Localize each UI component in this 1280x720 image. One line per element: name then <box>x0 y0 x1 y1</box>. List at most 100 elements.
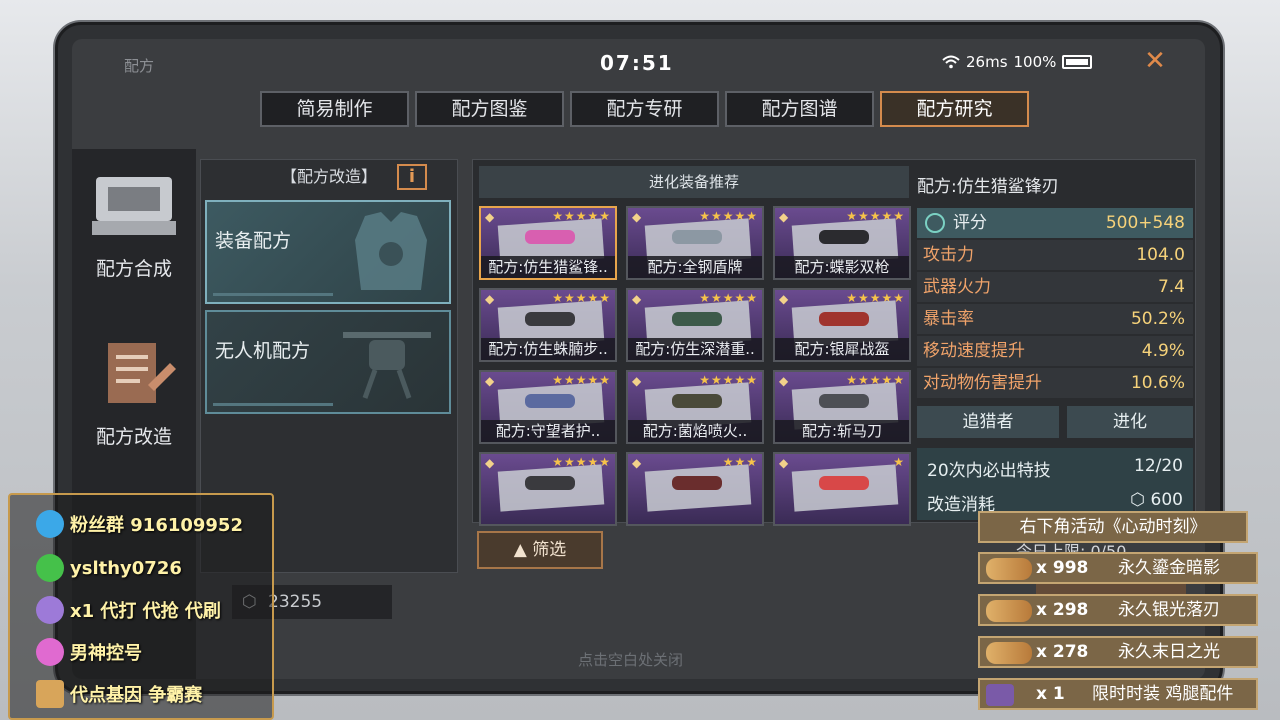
formula-card[interactable]: ◆ ★ <box>773 452 911 526</box>
status-indicators: 26ms 100% <box>942 53 1093 71</box>
tab-bar: 简易制作 配方图鉴 配方专研 配方图谱 配方研究 <box>260 91 1029 127</box>
formula-card[interactable]: ◆ ★★★★★ 配方:仿生猎鲨锋.. <box>479 206 617 280</box>
info-icon[interactable]: i <box>397 164 427 190</box>
score-icon <box>925 213 945 233</box>
overlay-row: 男神控号 <box>36 637 142 667</box>
formula-card[interactable]: ◆ ★★★★★ 配方:斩马刀 <box>773 370 911 444</box>
reward-count: x 998 <box>1036 558 1089 578</box>
cost-amount: 600 <box>1150 490 1183 510</box>
battery-percent: 100% <box>1013 53 1057 71</box>
tab-formula-research[interactable]: 配方研究 <box>880 91 1029 127</box>
item-image <box>819 394 869 408</box>
stat-label: 攻击力 <box>923 245 974 265</box>
stat-value: 10.6% <box>1130 373 1185 393</box>
nav-formula-synthesis[interactable]: 配方合成 <box>72 173 196 281</box>
event-title: 右下角活动《心动时刻》 <box>978 511 1248 543</box>
item-image <box>525 312 575 326</box>
equipment-formula-card[interactable]: 装备配方 <box>205 200 451 304</box>
formula-card-name: 配方:仿生猎鲨锋.. <box>481 256 615 278</box>
tab-formula-study[interactable]: 配方专研 <box>570 91 719 127</box>
tab-formula-catalog[interactable]: 配方图鉴 <box>415 91 564 127</box>
overlay-row: 代点基因 争霸赛 <box>36 679 202 709</box>
formula-card[interactable]: ◆ ★★★★★ 配方:银犀战盔 <box>773 288 911 362</box>
formula-card[interactable]: ◆ ★★★★★ 配方:菌焰喷火.. <box>626 370 764 444</box>
diamond-icon: ◆ <box>779 210 789 224</box>
gift-icon <box>36 680 64 708</box>
reward-gift-icon <box>986 600 1032 622</box>
guarantee-row: 20次内必出特技 12/20 <box>927 456 1183 481</box>
formula-card-name: 配方:全钢盾牌 <box>628 256 762 278</box>
reward-name: 永久银光落刃 <box>1118 600 1220 620</box>
guarantee-label: 20次内必出特技 <box>927 461 1051 481</box>
formula-card[interactable]: ◆ ★★★★★ <box>479 452 617 526</box>
nav-formula-modify[interactable]: 配方改造 <box>72 341 196 449</box>
stat-crit-rate: 暴击率 50.2% <box>917 304 1193 334</box>
detail-title: 配方:仿生猎鲨锋刃 <box>917 177 1059 197</box>
qq-icon <box>36 510 64 538</box>
formula-card[interactable]: ◆ ★★★★★ 配方:守望者护.. <box>479 370 617 444</box>
item-image <box>672 476 722 490</box>
formula-card[interactable]: ◆ ★★★★★ 配方:仿生深潜重.. <box>626 288 764 362</box>
reward-name: 永久末日之光 <box>1118 642 1220 662</box>
diamond-icon: ◆ <box>485 456 495 470</box>
overlay-text: 粉丝群 916109952 <box>70 515 243 536</box>
formula-card-label: 无人机配方 <box>215 340 311 362</box>
ping-value: 26ms <box>966 53 1008 71</box>
tab-simple-craft[interactable]: 简易制作 <box>260 91 409 127</box>
item-image <box>672 394 722 408</box>
overlay-text: x1 代打 代抢 代刷 <box>70 601 221 622</box>
formula-modify-icon <box>108 343 176 403</box>
formula-card[interactable]: ◆ ★★★★★ 配方:全钢盾牌 <box>626 206 764 280</box>
hunter-tag-button[interactable]: 追猎者 <box>917 406 1059 438</box>
diamond-icon: ◆ <box>485 374 495 388</box>
reward-count: x 298 <box>1036 600 1089 620</box>
formula-card-name: 配方:菌焰喷火.. <box>628 420 762 442</box>
streamer-overlay: 粉丝群 916109952 yslthy0726 x1 代打 代抢 代刷 男神控… <box>8 493 274 720</box>
diamond-icon: ◆ <box>485 210 495 224</box>
tab-formula-tree[interactable]: 配方图谱 <box>725 91 874 127</box>
stat-label: 武器火力 <box>923 277 991 297</box>
battery-icon <box>1062 55 1093 69</box>
stat-label: 暴击率 <box>923 309 974 329</box>
nav-label: 配方改造 <box>95 426 172 448</box>
diamond-icon: ◆ <box>632 456 642 470</box>
close-hint[interactable]: 点击空白处关闭 <box>578 649 683 670</box>
card-decor-bar <box>213 293 333 296</box>
item-image <box>525 394 575 408</box>
stat-label: 移动速度提升 <box>923 341 1025 361</box>
grid-header: 进化装备推荐 <box>479 166 909 198</box>
formula-card-name: 配方:守望者护.. <box>481 420 615 442</box>
card-decor-bar <box>213 403 333 406</box>
formula-card[interactable]: ◆ ★★★ <box>626 452 764 526</box>
stat-value: 500+548 <box>1105 213 1185 233</box>
overlay-text: 代点基因 争霸赛 <box>70 685 203 706</box>
drone-icon <box>343 332 431 399</box>
formula-card-name: 配方:仿生深潜重.. <box>628 338 762 360</box>
modify-info-box: 20次内必出特技 12/20 改造消耗 ⬡ 600 <box>917 448 1193 520</box>
reward-gift-icon <box>986 642 1032 664</box>
diamond-icon: ◆ <box>485 292 495 306</box>
stat-label: 评分 <box>953 213 987 233</box>
reward-count: x 278 <box>1036 642 1089 662</box>
evolve-button[interactable]: 进化 <box>1067 406 1193 438</box>
filter-button[interactable]: ▲ 筛选 <box>477 531 603 569</box>
stat-label: 对动物伤害提升 <box>923 373 1042 393</box>
evolution-panel: 进化装备推荐 ◆ ★★★★★ 配方:仿生猎鲨锋.. ◆ ★★★★★ 配方:全钢盾牌 ◆ ★★★… <box>472 159 1196 526</box>
filter-arrow-icon: ▲ <box>513 540 533 560</box>
rocket-icon <box>36 596 64 624</box>
formula-card[interactable]: ◆ ★★★★★ 配方:蝶影双枪 <box>773 206 911 280</box>
formula-card[interactable]: ◆ ★★★★★ 配方:仿生蛛腩步.. <box>479 288 617 362</box>
item-image <box>819 230 869 244</box>
item-image <box>525 230 575 244</box>
rocket-icon-2 <box>36 638 64 666</box>
overlay-row: yslthy0726 <box>36 553 182 583</box>
drone-formula-card[interactable]: 无人机配方 <box>205 310 451 414</box>
formula-synthesis-icon <box>92 177 176 235</box>
stat-value: 104.0 <box>1136 245 1185 265</box>
close-icon[interactable]: ✕ <box>1142 48 1168 75</box>
overlay-text: yslthy0726 <box>70 557 182 579</box>
stat-value: 4.9% <box>1141 341 1185 361</box>
diamond-icon: ◆ <box>632 210 642 224</box>
event-reward-row: x 998 永久鎏金暗影 <box>978 552 1258 584</box>
reward-name: 限时时装 鸡腿配件 <box>1092 684 1234 704</box>
